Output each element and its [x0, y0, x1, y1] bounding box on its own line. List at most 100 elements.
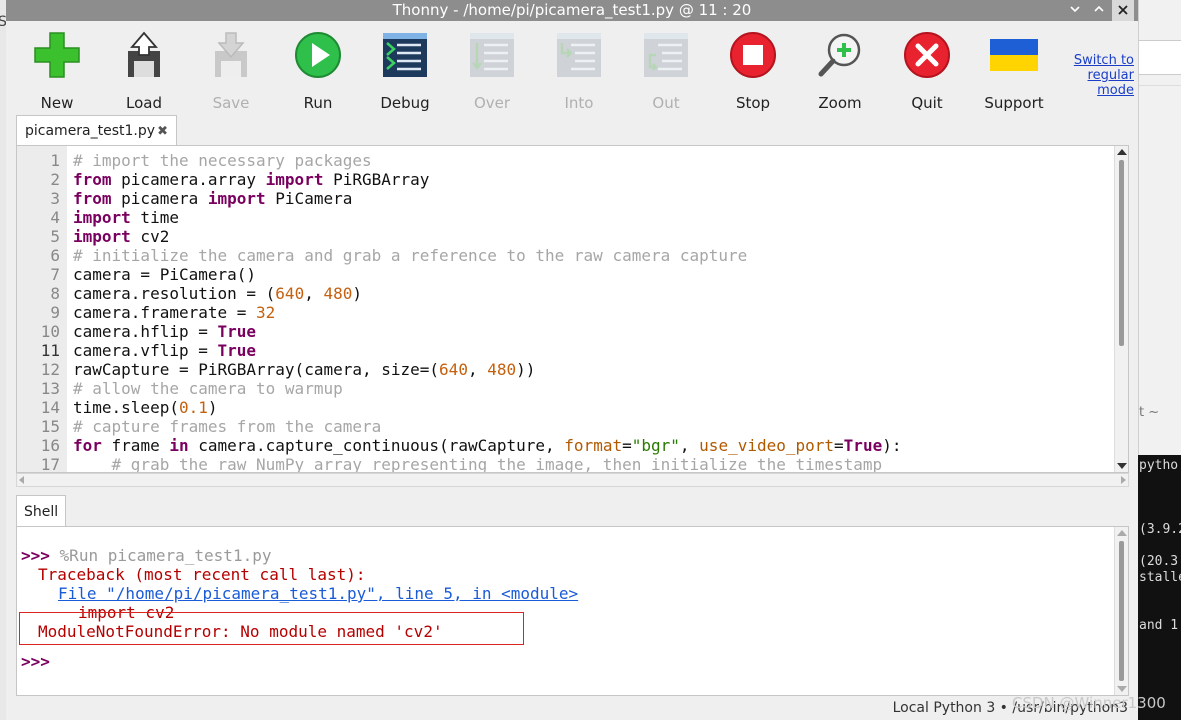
debug-button[interactable]: Debug — [365, 31, 445, 112]
step-over-icon — [470, 33, 514, 77]
support-button[interactable]: Support — [974, 31, 1054, 112]
save-label: Save — [212, 94, 250, 112]
terminal-line: pytho — [1139, 458, 1179, 473]
code-line[interactable]: camera.framerate = 32 — [73, 303, 275, 322]
code-line[interactable]: import cv2 — [73, 227, 169, 246]
scrollbar-thumb[interactable] — [1119, 541, 1124, 681]
chevron-up-icon — [1094, 5, 1104, 12]
code-line[interactable]: camera.vflip = True — [73, 341, 256, 360]
code-editor[interactable]: 1 2 3 4 5 6 7 8 9 10 11 12 13 14 15 16 17 # import the n… — [16, 145, 1129, 473]
new-button[interactable]: New — [17, 31, 97, 112]
line-number: 7 — [50, 265, 60, 284]
line-number: 8 — [50, 284, 60, 303]
load-label: Load — [126, 94, 162, 112]
shell-prompt: >>> — [21, 546, 50, 565]
code-line[interactable]: from picamera import PiCamera — [73, 189, 352, 208]
code-line[interactable]: camera = PiCamera() — [73, 265, 256, 284]
run-button[interactable]: Run — [278, 31, 358, 112]
scroll-right-arrow-icon[interactable] — [1121, 476, 1126, 484]
thonny-window: Thonny - /home/pi/picamera_test1.py @ 11… — [6, 0, 1138, 720]
editor-vertical-scrollbar[interactable] — [1114, 146, 1128, 472]
scroll-up-arrow-icon[interactable] — [1117, 530, 1127, 536]
step-into-label: Into — [564, 94, 594, 112]
stop-icon — [730, 32, 776, 78]
quit-label: Quit — [911, 94, 943, 112]
step-over-button[interactable]: Over — [452, 31, 532, 112]
scroll-down-arrow-icon[interactable] — [1117, 686, 1127, 692]
terminal-line: and 1 — [1139, 618, 1179, 633]
save-button[interactable]: Save — [191, 31, 271, 112]
line-number: 10 — [40, 322, 60, 341]
line-number: 17 — [40, 455, 60, 473]
quit-button[interactable]: Quit — [887, 31, 967, 112]
scroll-up-arrow-icon[interactable] — [1117, 149, 1127, 155]
code-line[interactable]: import time — [73, 208, 179, 227]
line-number: 14 — [40, 398, 60, 417]
quit-icon — [904, 32, 950, 78]
step-into-icon — [557, 33, 601, 77]
run-icon — [295, 32, 341, 78]
tab-shell[interactable]: Shell — [16, 495, 67, 527]
ukraine-flag-icon — [990, 39, 1038, 71]
code-line[interactable]: # grab the raw NumPy array representing … — [73, 455, 883, 472]
scrollbar-thumb[interactable] — [1119, 160, 1124, 346]
code-line[interactable]: # capture frames from the camera — [73, 417, 381, 436]
run-command: %Run picamera_test1.py — [59, 546, 272, 565]
stop-button[interactable]: Stop — [713, 31, 793, 112]
close-button[interactable] — [1112, 0, 1134, 21]
scroll-left-arrow-icon[interactable] — [19, 476, 24, 484]
run-label: Run — [303, 94, 333, 112]
new-file-icon — [34, 32, 80, 78]
window-title: Thonny - /home/pi/picamera_test1.py @ 11… — [392, 1, 752, 19]
line-number: 1 — [50, 151, 60, 170]
step-out-label: Out — [652, 94, 680, 112]
minimize-button[interactable] — [1064, 0, 1086, 21]
code-line[interactable]: for frame in camera.capture_continuous(r… — [73, 436, 901, 455]
stop-label: Stop — [735, 94, 771, 112]
code-line[interactable]: # allow the camera to warmup — [73, 379, 343, 398]
close-tab-icon[interactable]: ✖ — [157, 117, 168, 147]
line-number: 12 — [40, 360, 60, 379]
background-window-right: t ~ — [1138, 0, 1181, 455]
watermark: CSDN @Winner1300 — [1012, 694, 1166, 712]
line-number: 9 — [50, 303, 60, 322]
traceback-header: Traceback (most recent call last): — [38, 565, 366, 584]
editor-horizontal-scrollbar[interactable] — [16, 473, 1129, 487]
zoom-button[interactable]: Zoom — [800, 31, 880, 112]
chevron-down-icon — [1070, 6, 1080, 13]
shell-vertical-scrollbar[interactable] — [1114, 527, 1128, 695]
switch-to-regular-mode-link[interactable]: Switch to regular mode — [1054, 53, 1134, 98]
terminal-line: stalle — [1139, 570, 1181, 585]
line-number: 16 — [40, 436, 60, 455]
maximize-button[interactable] — [1088, 0, 1110, 21]
tab-label: picamera_test1.py — [25, 123, 156, 139]
code-line[interactable]: # initialize the camera and grab a refer… — [73, 246, 747, 265]
debug-icon — [383, 33, 427, 77]
code-line[interactable]: time.sleep(0.1) — [73, 398, 218, 417]
scroll-down-arrow-icon[interactable] — [1117, 463, 1127, 469]
toolbar: New Load Save Run Debug Over Into Out St… — [6, 21, 1138, 112]
code-line[interactable]: camera.hflip = True — [73, 322, 256, 341]
code-line[interactable]: rawCapture = PiRGBArray(camera, size=(64… — [73, 360, 535, 379]
line-number: 4 — [50, 208, 60, 227]
traceback-file-link[interactable]: File "/home/pi/picamera_test1.py", line … — [58, 584, 578, 603]
line-number: 2 — [50, 170, 60, 189]
step-out-button[interactable]: Out — [626, 31, 706, 112]
code-line[interactable]: from picamera.array import PiRGBArray — [73, 170, 429, 189]
title-bar: Thonny - /home/pi/picamera_test1.py @ 11… — [6, 0, 1138, 21]
code-line[interactable]: # import the necessary packages — [73, 151, 372, 170]
line-number: 5 — [50, 227, 60, 246]
shell-command-line: >>> %Run picamera_test1.py — [21, 546, 271, 565]
zoom-icon — [818, 33, 861, 77]
close-icon — [1118, 5, 1128, 15]
terminal-line: (3.9.2 — [1139, 522, 1181, 537]
shell-panel[interactable]: >>> %Run picamera_test1.py Traceback (mo… — [16, 526, 1129, 696]
error-message: ModuleNotFoundError: No module named 'cv… — [38, 622, 443, 641]
step-into-button[interactable]: Into — [539, 31, 619, 112]
load-button[interactable]: Load — [104, 31, 184, 112]
code-area[interactable]: # import the necessary packages from pica… — [73, 146, 1108, 472]
load-icon — [128, 31, 160, 77]
shell-input-prompt[interactable]: >>> — [21, 652, 50, 671]
code-line[interactable]: camera.resolution = (640, 480) — [73, 284, 362, 303]
tab-picamera-test1[interactable]: picamera_test1.py ✖ — [16, 115, 177, 146]
